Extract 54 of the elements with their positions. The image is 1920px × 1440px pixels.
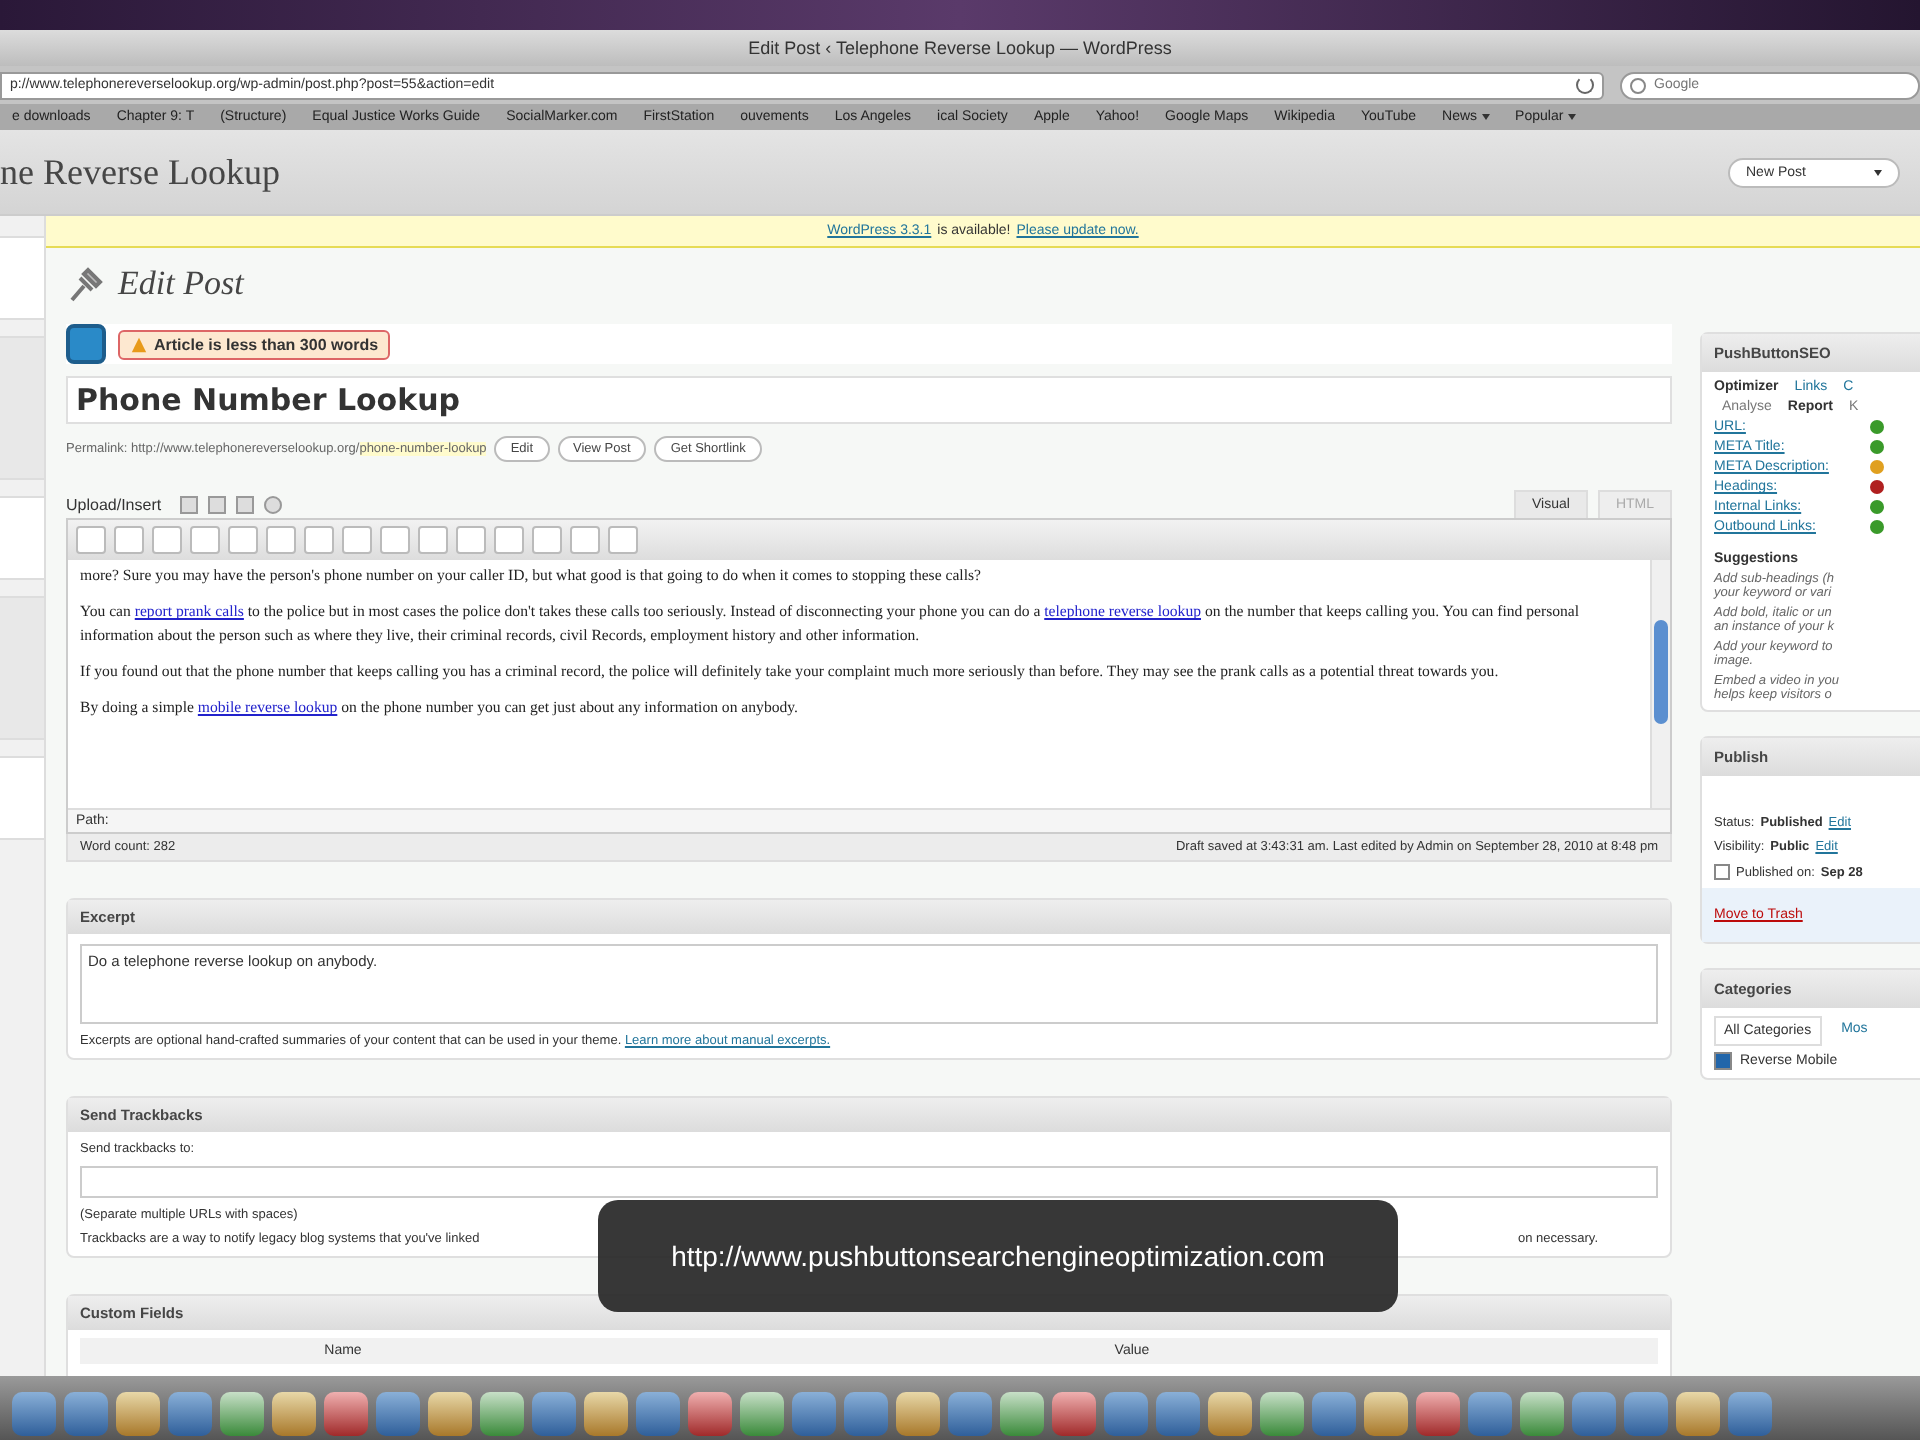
dock-app-icon[interactable] [1572, 1392, 1616, 1436]
dock-app-icon[interactable] [428, 1392, 472, 1436]
dock-app-icon[interactable] [1208, 1392, 1252, 1436]
dock-app-icon[interactable] [1104, 1392, 1148, 1436]
dock-app-icon[interactable] [1052, 1392, 1096, 1436]
trackbacks-field[interactable] [80, 1166, 1658, 1198]
dock-app-icon[interactable] [1676, 1392, 1720, 1436]
dock-app-icon[interactable] [1000, 1392, 1044, 1436]
dock-app-icon[interactable] [532, 1392, 576, 1436]
calendar-icon [1714, 864, 1730, 880]
dock-app-icon[interactable] [948, 1392, 992, 1436]
dock-app-icon[interactable] [844, 1392, 888, 1436]
dock-app-icon[interactable] [1416, 1392, 1460, 1436]
page-title: Edit Post [118, 264, 244, 304]
dock-app-icon[interactable] [740, 1392, 784, 1436]
dock-app-icon[interactable] [1468, 1392, 1512, 1436]
post-title-field[interactable]: Phone Number Lookup [66, 376, 1672, 424]
dock-app-icon[interactable] [376, 1392, 420, 1436]
upload-insert-label: Upload/Insert [66, 495, 162, 513]
media-icon[interactable] [263, 495, 282, 513]
scrollbar[interactable] [1650, 560, 1670, 808]
dock-app-icon[interactable] [792, 1392, 836, 1436]
pushpin-icon [66, 264, 106, 304]
dock-app-icon[interactable] [220, 1392, 264, 1436]
dock-app-icon[interactable] [636, 1392, 680, 1436]
url-caption-toast: http://www.pushbuttonsearchengineoptimization.com [598, 1200, 1398, 1312]
dock-app-icon[interactable] [272, 1392, 316, 1436]
warning-icon [130, 335, 148, 353]
dock-app-icon[interactable] [584, 1392, 628, 1436]
dock-app-icon[interactable] [1260, 1392, 1304, 1436]
dock-app-icon[interactable] [116, 1392, 160, 1436]
dock-app-icon[interactable] [1624, 1392, 1668, 1436]
window-title: Edit Post ‹ Telephone Reverse Lookup — WordPress [748, 38, 1172, 58]
dock-app-icon[interactable] [1156, 1392, 1200, 1436]
video-icon[interactable] [207, 495, 226, 513]
word-count-warning: Article is less than 300 words [118, 329, 391, 359]
dock-app-icon[interactable] [12, 1392, 56, 1436]
image-icon[interactable] [179, 495, 198, 513]
dock-app-icon[interactable] [1520, 1392, 1564, 1436]
dock-app-icon[interactable] [168, 1392, 212, 1436]
dock-app-icon[interactable] [1312, 1392, 1356, 1436]
dock-app-icon[interactable] [1364, 1392, 1408, 1436]
dock-app-icon[interactable] [64, 1392, 108, 1436]
site-title: ne Reverse Lookup [0, 151, 280, 193]
checkbox[interactable] [1714, 1052, 1732, 1070]
reload-icon[interactable] [1576, 76, 1594, 94]
dock-app-icon[interactable] [896, 1392, 940, 1436]
audio-icon[interactable] [235, 495, 254, 513]
dock-app-icon[interactable] [480, 1392, 524, 1436]
dock-app-icon[interactable] [324, 1392, 368, 1436]
plugin-logo-icon [66, 324, 106, 364]
dock-app-icon[interactable] [1728, 1392, 1772, 1436]
search-icon [1630, 77, 1646, 93]
dock-app-icon[interactable] [688, 1392, 732, 1436]
